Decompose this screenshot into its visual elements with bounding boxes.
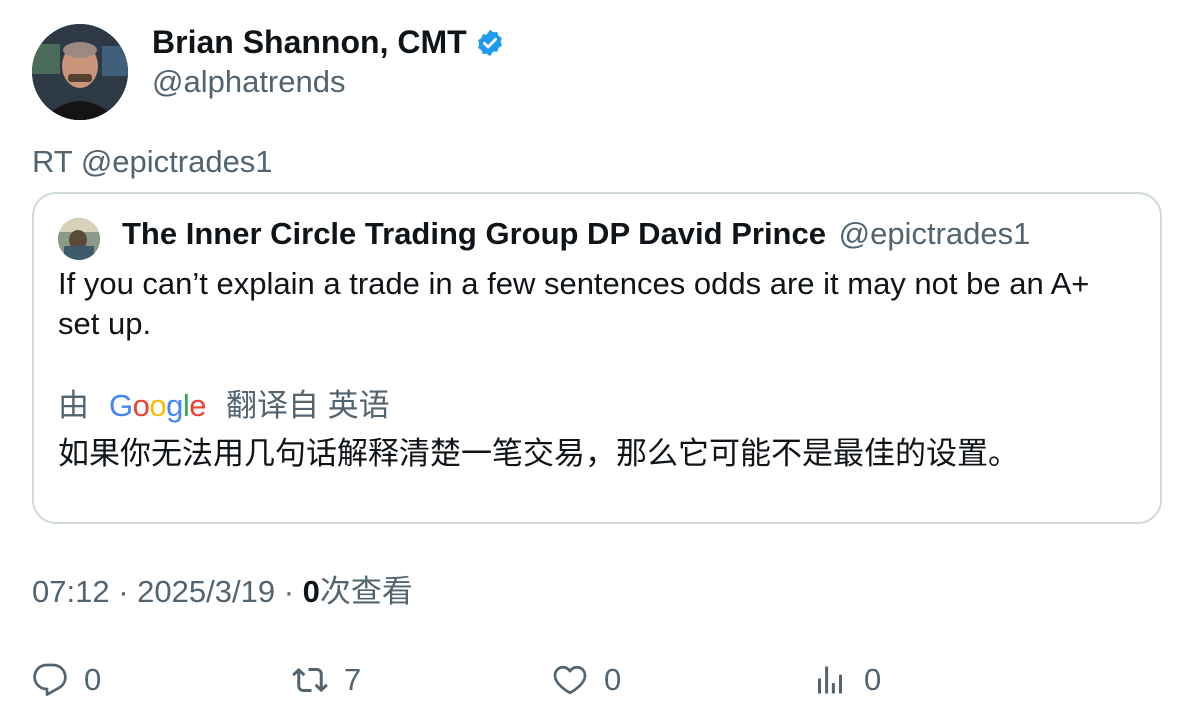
- translated-by-label: 由: [58, 388, 89, 423]
- separator: ·: [118, 574, 129, 609]
- google-logo: Google: [109, 386, 207, 426]
- retweet-text: RT @epictrades1: [32, 144, 273, 179]
- tweet-meta: 07:12 · 2025/3/19 · 0次查看: [32, 572, 413, 612]
- author-handle[interactable]: @alphatrends: [152, 62, 345, 102]
- quoted-tweet-card[interactable]: The Inner Circle Trading Group DP David …: [32, 192, 1162, 524]
- quoted-tweet-text: If you can’t explain a trade in a few se…: [58, 266, 1090, 341]
- reply-count: 0: [84, 662, 102, 697]
- views-count: 0: [302, 574, 320, 609]
- google-logo-letter: o: [132, 388, 150, 423]
- action-bar: 0 7 0 0: [0, 658, 1196, 702]
- google-logo-letter: G: [109, 388, 133, 423]
- author-display-name[interactable]: Brian Shannon, CMT: [152, 22, 467, 62]
- retweet-count: 7: [344, 662, 362, 697]
- google-logo-letter: g: [166, 388, 183, 423]
- translated-text: 如果你无法用几句话解释清楚一笔交易，那么它可能不是最佳的设置。: [58, 436, 1019, 471]
- tweet-time[interactable]: 07:12: [32, 574, 110, 609]
- quoted-author-line: The Inner Circle Trading Group DP David …: [122, 214, 1030, 254]
- separator: ·: [283, 574, 295, 609]
- translated-from-label: 翻译自 英语: [226, 388, 390, 423]
- like-count: 0: [604, 662, 622, 697]
- reply-icon: [32, 662, 68, 698]
- author-avatar[interactable]: [32, 24, 128, 120]
- google-logo-letter: o: [149, 388, 167, 423]
- tweet-date[interactable]: 2025/3/19: [137, 574, 275, 609]
- retweet-icon: [292, 662, 328, 698]
- translation-attribution: 由 Google 翻译自 英语: [58, 386, 390, 426]
- retweet-button[interactable]: 7: [292, 658, 361, 702]
- heart-icon: [552, 662, 588, 698]
- quoted-author-avatar[interactable]: [58, 218, 100, 260]
- tweet: Brian Shannon, CMT @alphatrends RT @epic…: [0, 0, 1196, 726]
- google-logo-letter: e: [189, 388, 207, 423]
- author-name[interactable]: Brian Shannon, CMT: [152, 22, 505, 62]
- analytics-icon: [812, 662, 848, 698]
- quoted-author-name[interactable]: The Inner Circle Trading Group DP David …: [122, 216, 826, 251]
- like-button[interactable]: 0: [552, 658, 621, 702]
- quoted-author-handle[interactable]: @epictrades1: [839, 216, 1031, 251]
- views-label: 次查看: [319, 574, 413, 609]
- verified-badge-icon: [475, 27, 505, 57]
- views-action-count: 0: [864, 662, 882, 697]
- views-button[interactable]: 0: [812, 658, 881, 702]
- reply-button[interactable]: 0: [32, 658, 101, 702]
